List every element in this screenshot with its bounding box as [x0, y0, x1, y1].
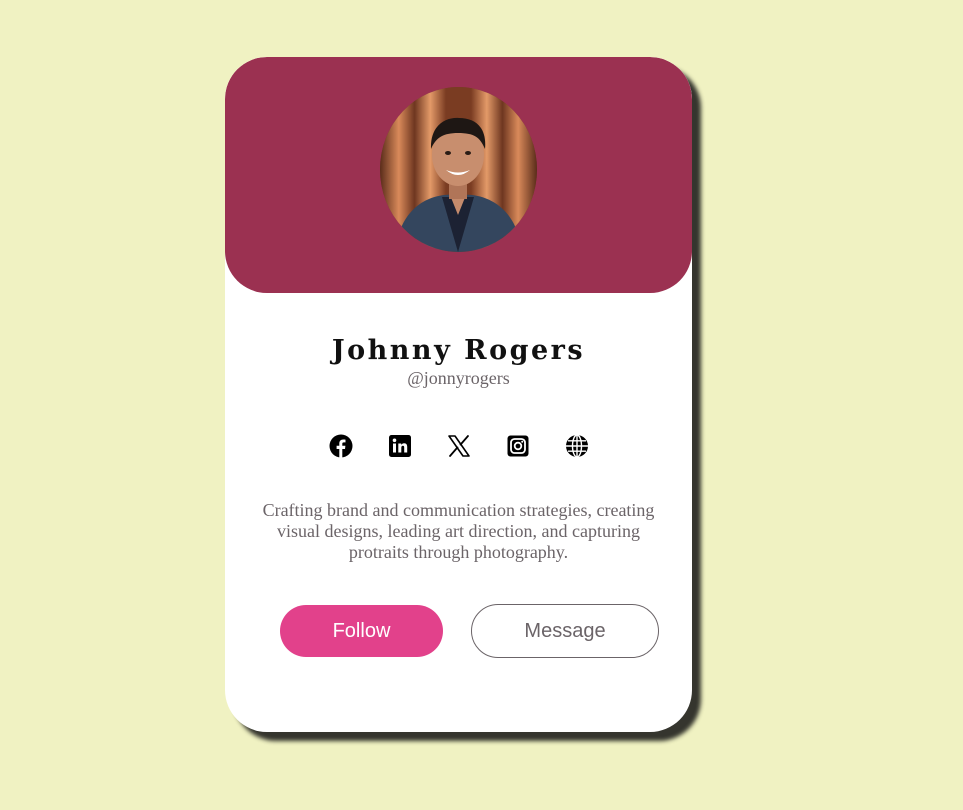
profile-bio: Crafting brand and communication strateg…	[262, 500, 655, 562]
profile-handle: @jonnyrogers	[407, 368, 510, 388]
facebook-icon[interactable]	[329, 434, 353, 458]
globe-icon[interactable]	[565, 434, 589, 458]
instagram-icon[interactable]	[506, 434, 530, 458]
profile-card: Johnny Rogers @jonnyrogers Crafting bran…	[225, 57, 692, 732]
profile-name: Johnny Rogers	[331, 335, 586, 366]
avatar[interactable]	[380, 87, 537, 252]
follow-button[interactable]: Follow	[280, 605, 443, 657]
social-links	[225, 434, 692, 458]
linkedin-icon[interactable]	[388, 434, 412, 458]
x-twitter-icon[interactable]	[447, 434, 471, 458]
message-button[interactable]: Message	[471, 604, 659, 658]
